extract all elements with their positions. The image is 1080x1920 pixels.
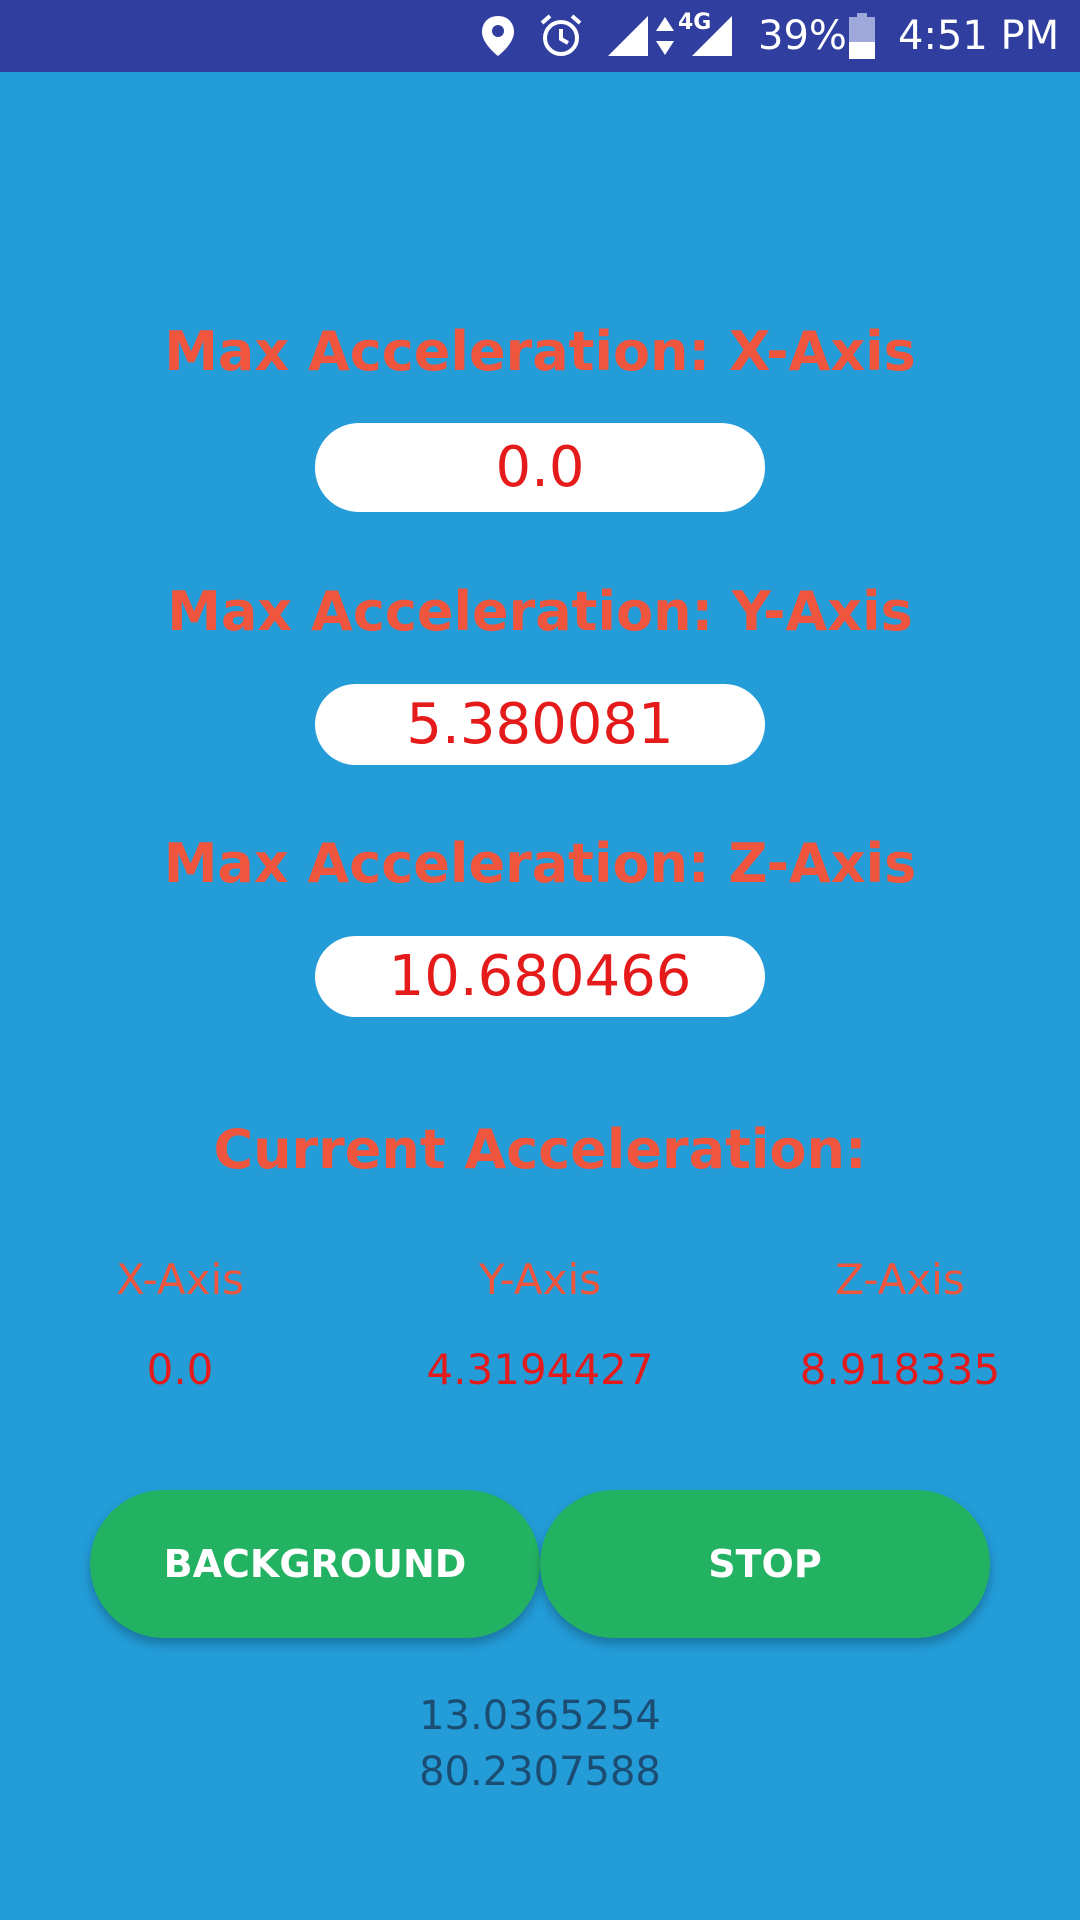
max-x-label: Max Acceleration: X-Axis bbox=[164, 320, 916, 383]
latitude-text: 13.0365254 bbox=[419, 1693, 661, 1739]
battery-percent: 39% bbox=[758, 13, 847, 59]
location-coordinates: 13.0365254 80.2307588 bbox=[0, 1688, 1080, 1800]
current-y-value: 4.3194427 bbox=[426, 1345, 654, 1394]
current-y-label: Y-Axis bbox=[478, 1255, 602, 1304]
battery-icon bbox=[848, 0, 876, 72]
current-acceleration-title: Current Acceleration: bbox=[213, 1118, 867, 1181]
location-pin-icon bbox=[480, 0, 516, 72]
max-y-label: Max Acceleration: Y-Axis bbox=[167, 580, 913, 643]
current-z-value: 8.918335 bbox=[799, 1345, 1001, 1394]
current-x-column: X-Axis 0.0 bbox=[0, 1255, 360, 1395]
status-bar: 4G 39% 4:51 PM bbox=[0, 0, 1080, 72]
clock-time: 4:51 PM bbox=[898, 13, 1060, 59]
max-x-value: 0.0 bbox=[315, 423, 765, 512]
current-x-value: 0.0 bbox=[146, 1345, 214, 1394]
signal-icon bbox=[606, 0, 650, 72]
alarm-clock-icon bbox=[538, 0, 584, 72]
longitude-text: 80.2307588 bbox=[419, 1749, 661, 1795]
background-button[interactable]: BACKGROUND bbox=[90, 1490, 540, 1638]
max-z-label: Max Acceleration: Z-Axis bbox=[163, 832, 917, 895]
signal-icon bbox=[690, 0, 734, 72]
current-x-label: X-Axis bbox=[115, 1255, 245, 1304]
max-z-value: 10.680466 bbox=[315, 936, 765, 1017]
current-y-column: Y-Axis 4.3194427 bbox=[360, 1255, 720, 1395]
max-y-value: 5.380081 bbox=[315, 684, 765, 765]
stop-button[interactable]: STOP bbox=[540, 1490, 990, 1638]
current-z-column: Z-Axis 8.918335 bbox=[720, 1255, 1080, 1395]
data-arrows-icon bbox=[654, 0, 676, 72]
current-z-label: Z-Axis bbox=[835, 1255, 965, 1304]
